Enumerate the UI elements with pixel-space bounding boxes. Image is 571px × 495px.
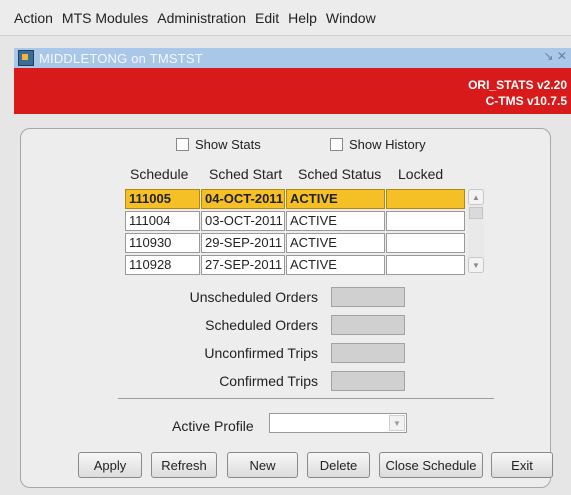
show-history-checkbox[interactable]: Show History (330, 137, 426, 152)
unconfirmed-trips-field (331, 343, 405, 363)
menu-edit[interactable]: Edit (255, 10, 279, 26)
cell-schedule[interactable]: 111005 (125, 189, 200, 209)
menu-administration[interactable]: Administration (157, 10, 246, 26)
show-stats-label: Show Stats (195, 137, 261, 152)
exit-button[interactable]: Exit (491, 452, 553, 478)
cell-locked[interactable] (386, 233, 465, 253)
column-header-sched-status: Sched Status (298, 166, 382, 182)
scroll-down-icon[interactable]: ▼ (468, 257, 484, 273)
scroll-thumb[interactable] (469, 207, 483, 219)
menu-help[interactable]: Help (288, 10, 317, 26)
show-stats-checkbox[interactable]: Show Stats (176, 137, 261, 152)
show-history-label: Show History (349, 137, 426, 152)
menu-window[interactable]: Window (326, 10, 376, 26)
menu-bar: Action MTS Modules Administration Edit H… (0, 0, 571, 36)
scroll-up-icon[interactable]: ▲ (468, 189, 484, 205)
cell-sched-status[interactable]: ACTIVE (286, 255, 385, 275)
refresh-button[interactable]: Refresh (151, 452, 217, 478)
chevron-down-icon[interactable]: ▼ (389, 415, 405, 431)
scheduled-orders-field (331, 315, 405, 335)
cell-sched-start[interactable]: 03-OCT-2011 (201, 211, 285, 231)
active-profile-select[interactable]: ▼ (269, 413, 407, 433)
cell-sched-start[interactable]: 29-SEP-2011 (201, 233, 285, 253)
confirmed-trips-field (331, 371, 405, 391)
cell-sched-status[interactable]: ACTIVE (286, 233, 385, 253)
window-controls[interactable]: ↘ ✕ (544, 49, 567, 63)
apply-button[interactable]: Apply (78, 452, 142, 478)
unscheduled-orders-label: Unscheduled Orders (189, 289, 318, 305)
version-label-ori: ORI_STATS v2.20 (468, 78, 567, 92)
cell-schedule[interactable]: 110928 (125, 255, 200, 275)
main-panel (20, 128, 551, 488)
version-label-ctms: C-TMS v10.7.5 (485, 94, 567, 108)
column-header-schedule: Schedule (130, 166, 189, 182)
window-title-bar: MIDDLETONG on TMSTST ↘ ✕ (14, 48, 571, 68)
delete-button[interactable]: Delete (307, 452, 370, 478)
cell-sched-status[interactable]: ACTIVE (286, 211, 385, 231)
unconfirmed-trips-label: Unconfirmed Trips (204, 345, 318, 361)
cell-locked[interactable] (386, 189, 465, 209)
menu-mts-modules[interactable]: MTS Modules (62, 10, 148, 26)
unscheduled-orders-field (331, 287, 405, 307)
confirmed-trips-label: Confirmed Trips (219, 373, 318, 389)
header-banner: ORI_STATS v2.20 C-TMS v10.7.5 (14, 68, 571, 114)
table-scrollbar[interactable]: ▲ ▼ (468, 189, 484, 273)
cell-locked[interactable] (386, 255, 465, 275)
cell-sched-status[interactable]: ACTIVE (286, 189, 385, 209)
checkbox-box[interactable] (176, 138, 189, 151)
close-schedule-button[interactable]: Close Schedule (379, 452, 483, 478)
scheduled-orders-label: Scheduled Orders (205, 317, 318, 333)
column-header-locked: Locked (398, 166, 444, 182)
divider (118, 398, 494, 399)
checkbox-box[interactable] (330, 138, 343, 151)
cell-schedule[interactable]: 110930 (125, 233, 200, 253)
cell-schedule[interactable]: 111004 (125, 211, 200, 231)
cell-sched-start[interactable]: 04-OCT-2011 (201, 189, 285, 209)
menu-action[interactable]: Action (14, 10, 53, 26)
new-button[interactable]: New (227, 452, 298, 478)
cell-locked[interactable] (386, 211, 465, 231)
window-title: MIDDLETONG on TMSTST (39, 50, 203, 66)
active-profile-label: Active Profile (172, 418, 254, 434)
column-header-sched-start: Sched Start (209, 166, 283, 182)
app-icon (18, 50, 34, 66)
cell-sched-start[interactable]: 27-SEP-2011 (201, 255, 285, 275)
